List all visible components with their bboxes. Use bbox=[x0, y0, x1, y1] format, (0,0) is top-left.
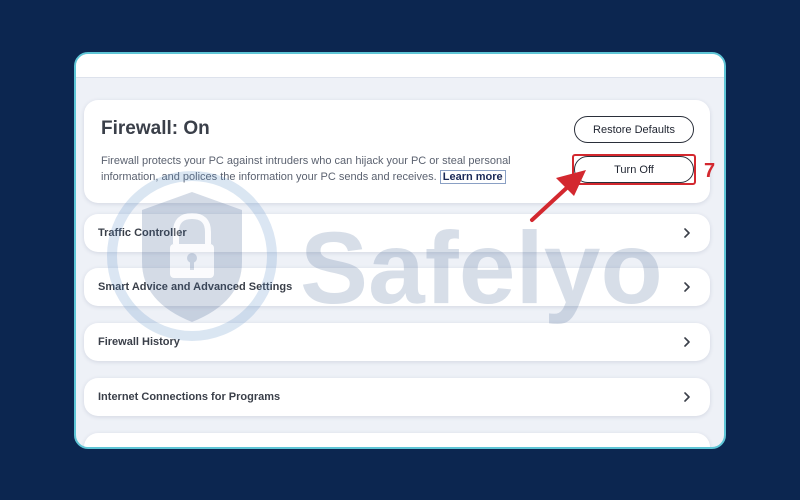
settings-row-firewall-history[interactable]: Firewall History bbox=[84, 323, 710, 361]
settings-row-internet-connections[interactable]: Internet Connections for Programs bbox=[84, 378, 710, 416]
chevron-right-icon bbox=[684, 392, 690, 402]
firewall-description: Firewall protects your PC against intrud… bbox=[101, 153, 521, 185]
window-top-bar bbox=[76, 54, 724, 78]
chevron-right-icon bbox=[684, 337, 690, 347]
settings-row-smart-advice[interactable]: Smart Advice and Advanced Settings bbox=[84, 268, 710, 306]
step-number-label: 7 bbox=[704, 160, 716, 182]
restore-defaults-button[interactable]: Restore Defaults bbox=[574, 116, 694, 143]
firewall-settings-window: Firewall: On Firewall protects your PC a… bbox=[74, 52, 726, 449]
settings-row-traffic-controller[interactable]: Traffic Controller bbox=[84, 214, 710, 252]
settings-row-label: Firewall History bbox=[98, 336, 180, 348]
learn-more-link[interactable]: Learn more bbox=[439, 170, 506, 184]
settings-row-partial[interactable] bbox=[84, 433, 710, 447]
firewall-status-title: Firewall: On bbox=[101, 118, 210, 139]
chevron-right-icon bbox=[684, 228, 690, 238]
settings-row-label: Smart Advice and Advanced Settings bbox=[98, 281, 293, 293]
settings-row-label: Internet Connections for Programs bbox=[98, 391, 281, 403]
firewall-status-card: Firewall: On Firewall protects your PC a… bbox=[84, 100, 710, 203]
settings-row-label: Traffic Controller bbox=[98, 227, 187, 239]
chevron-right-icon bbox=[684, 282, 690, 292]
turn-off-button[interactable]: Turn Off bbox=[574, 156, 694, 183]
